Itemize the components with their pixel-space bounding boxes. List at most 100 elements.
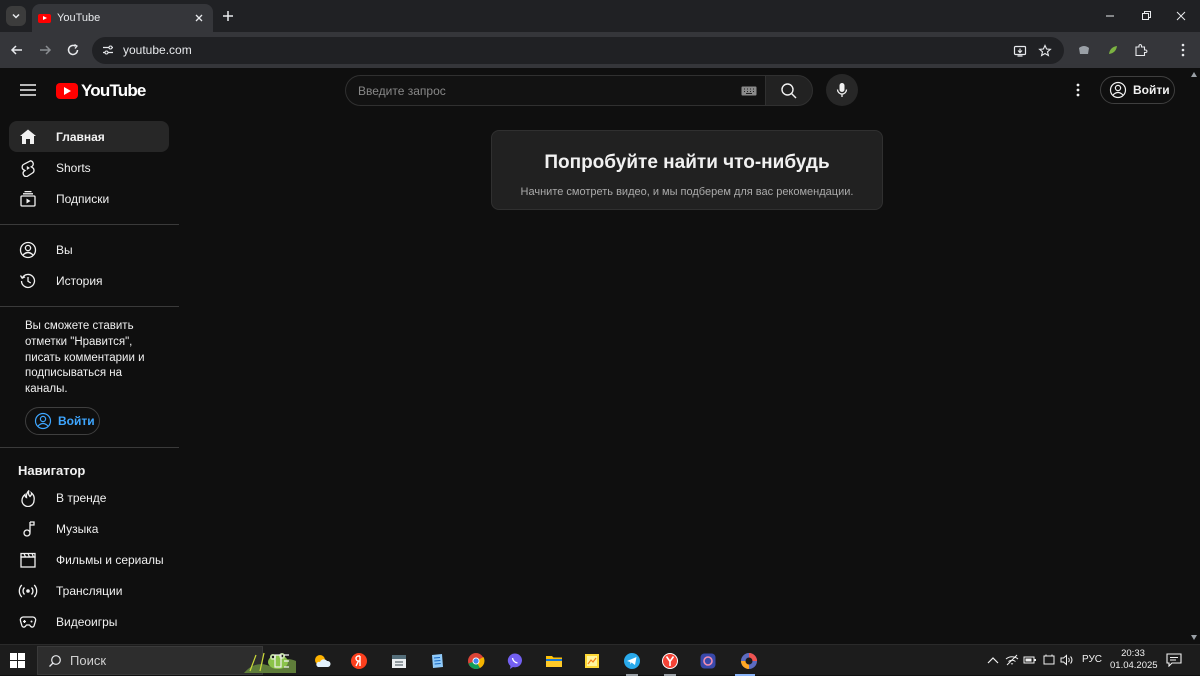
sidebar-item-movies[interactable]: Фильмы и сериалы xyxy=(9,544,169,575)
taskbar-clock[interactable]: 20:33 01.04.2025 xyxy=(1110,648,1158,672)
sidebar-divider xyxy=(0,447,179,448)
taskbar-active-browser-app[interactable] xyxy=(731,648,767,676)
install-app-button[interactable] xyxy=(1011,42,1029,60)
header-signin-button[interactable]: Войти xyxy=(1100,76,1175,104)
clock-date: 01.04.2025 xyxy=(1110,660,1158,671)
sidebar-item-home[interactable]: Главная xyxy=(9,121,169,152)
tray-network-button[interactable] xyxy=(1005,653,1019,667)
sidebar-signin-button[interactable]: Войти xyxy=(25,407,100,435)
youtube-play-icon xyxy=(56,83,78,99)
restore-button[interactable] xyxy=(1127,0,1165,32)
yandex-icon xyxy=(351,653,367,669)
search-icon xyxy=(781,82,797,98)
task-view-button[interactable] xyxy=(268,648,296,674)
start-button[interactable] xyxy=(10,653,25,668)
install-app-icon xyxy=(1013,45,1027,57)
sidebar-item-label: Трансляции xyxy=(56,583,123,598)
sidebar-item-label: Фильмы и сериалы xyxy=(56,552,164,567)
taskbar-chrome-app[interactable] xyxy=(462,648,490,674)
sidebar-item-gaming[interactable]: Видеоигры xyxy=(9,606,169,637)
taskbar-photos-app[interactable] xyxy=(578,648,606,674)
sidebar-item-music[interactable]: Музыка xyxy=(9,513,169,544)
taskbar-viber-app[interactable] xyxy=(501,648,529,674)
taskbar-search-label: Поиск xyxy=(70,653,107,668)
chrome-icon xyxy=(468,653,485,670)
shorts-icon xyxy=(18,158,38,178)
voice-search-button[interactable] xyxy=(826,74,858,106)
device-icon xyxy=(1043,654,1055,665)
back-button[interactable] xyxy=(8,41,26,59)
search-input[interactable] xyxy=(358,76,728,105)
tray-overflow-button[interactable] xyxy=(986,653,1000,667)
close-window-button[interactable] xyxy=(1162,0,1200,32)
minimize-button[interactable] xyxy=(1091,0,1129,32)
taskbar-weather-app[interactable] xyxy=(308,648,336,674)
taskbar-telegram-app[interactable] xyxy=(618,648,646,676)
sidebar-item-label: Видеоигры xyxy=(56,614,118,629)
notes-icon xyxy=(432,654,443,668)
search-button[interactable] xyxy=(765,75,813,106)
photos-icon xyxy=(585,654,599,668)
navigator-heading: Навигатор xyxy=(18,463,86,478)
taskbar-yandex-app[interactable] xyxy=(345,648,373,674)
site-info-button[interactable] xyxy=(98,40,118,60)
sidebar-item-history[interactable]: История xyxy=(9,265,169,296)
logo-text: YouTube xyxy=(81,81,146,100)
reload-button[interactable] xyxy=(64,41,82,59)
subscriptions-icon xyxy=(18,189,38,209)
page-scrollbar[interactable] xyxy=(1188,68,1200,644)
guide-menu-button[interactable] xyxy=(16,80,40,100)
extension-app-icon xyxy=(1079,46,1089,54)
assistant-icon xyxy=(700,653,716,669)
sidebar-item-shorts[interactable]: Shorts xyxy=(9,152,169,183)
taskbar-assistant-app[interactable] xyxy=(694,648,722,674)
sidebar-item-label: Музыка xyxy=(56,521,99,536)
taskbar-notes-app[interactable] xyxy=(423,648,451,674)
sidebar-item-label: Shorts xyxy=(56,160,91,175)
keyboard-icon[interactable] xyxy=(741,85,757,97)
extension-leaf-button[interactable] xyxy=(1104,41,1122,59)
bookmark-button[interactable] xyxy=(1036,42,1054,60)
forward-button[interactable] xyxy=(36,41,54,59)
trending-icon xyxy=(18,488,38,508)
tray-device-button[interactable] xyxy=(1042,653,1056,667)
sidebar-item-subscriptions[interactable]: Подписки xyxy=(9,183,169,214)
calendar-icon xyxy=(392,655,406,668)
browser-menu-button[interactable] xyxy=(1174,41,1192,59)
browser-tab-youtube[interactable]: YouTube xyxy=(32,4,213,32)
scroll-down-icon[interactable] xyxy=(1191,635,1197,640)
tray-volume-button[interactable] xyxy=(1060,653,1074,667)
tab-close-icon[interactable] xyxy=(191,10,207,26)
account-icon xyxy=(18,240,38,260)
taskbar-yandex-browser-app[interactable] xyxy=(656,648,684,676)
windows-taskbar: Поиск РУС 20:33 01.04.2025 xyxy=(0,644,1200,676)
notifications-icon[interactable] xyxy=(1166,653,1182,667)
sidebar-divider xyxy=(0,306,179,307)
arrow-left-icon xyxy=(10,45,22,55)
youtube-favicon-icon xyxy=(38,13,51,23)
youtube-logo[interactable]: YouTube xyxy=(56,81,146,101)
signin-label: Войти xyxy=(1133,83,1170,97)
sidebar-item-you[interactable]: Вы xyxy=(9,234,169,265)
volume-icon xyxy=(1060,654,1073,666)
folder-icon xyxy=(546,656,562,667)
taskbar-calendar-app[interactable] xyxy=(385,648,413,674)
settings-more-button[interactable] xyxy=(1068,80,1088,100)
tab-title: YouTube xyxy=(57,12,101,24)
extension-counter-button[interactable] xyxy=(1075,41,1093,59)
taskbar-search-box[interactable]: Поиск xyxy=(37,646,296,675)
new-tab-button[interactable] xyxy=(220,8,236,24)
tray-battery-button[interactable] xyxy=(1023,653,1037,667)
sidebar-item-trending[interactable]: В тренде xyxy=(9,482,169,513)
live-icon xyxy=(18,581,38,601)
tab-search-button[interactable] xyxy=(6,6,26,26)
extensions-button[interactable] xyxy=(1132,41,1150,59)
viber-icon xyxy=(507,653,523,669)
taskbar-file-explorer-app[interactable] xyxy=(540,648,568,674)
star-icon xyxy=(1038,44,1052,57)
address-bar[interactable]: youtube.com xyxy=(92,37,1064,64)
sidebar-item-live[interactable]: Трансляции xyxy=(9,575,169,606)
url-text: youtube.com xyxy=(123,43,192,57)
input-language-indicator[interactable]: РУС xyxy=(1082,654,1102,665)
scroll-up-icon[interactable] xyxy=(1191,72,1197,77)
